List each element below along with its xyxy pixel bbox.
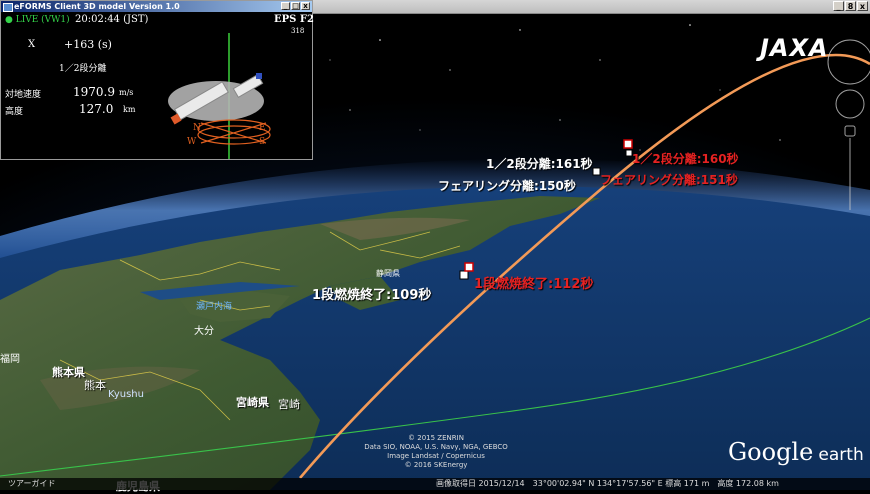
place-miyazaki-pref[interactable]: 宮崎県 <box>236 394 269 410</box>
panel-maximize-button[interactable]: □ <box>291 2 300 10</box>
x-value: +163 (s) <box>64 38 112 51</box>
marker-planned-stage1 <box>464 262 474 272</box>
x-label: X <box>28 39 36 50</box>
jaxa-logo: JAXA <box>760 34 829 62</box>
place-kumamoto[interactable]: 熊本 <box>84 377 106 393</box>
place-seto[interactable]: 瀬戸内海 <box>196 299 232 312</box>
ge-minimize-button[interactable]: _ <box>833 1 844 11</box>
compass-s: S <box>259 137 266 147</box>
compass-e: E <box>259 123 266 133</box>
status-coordinates: 画像取得日 2015/12/14 33°00'02.94" N 134°17'5… <box>436 479 779 488</box>
eps-label: EPS F2 <box>274 14 314 25</box>
app-icon <box>3 3 13 12</box>
ge-close-button[interactable]: x <box>857 1 868 11</box>
panel-close-button[interactable]: x <box>301 2 310 10</box>
live-indicator: ● LIVE (VW1) <box>5 15 70 25</box>
label-planned-fairing[interactable]: フェアリング分離:151秒 <box>600 171 738 188</box>
earth-logo-text: earth <box>818 445 864 465</box>
google-logo-text: Google <box>728 438 814 466</box>
label-planned-stage-sep[interactable]: 1／2段分離:160秒 <box>632 150 739 167</box>
place-left-edge[interactable]: 福岡 <box>0 350 20 365</box>
place-miyazaki[interactable]: 宮崎 <box>278 396 300 412</box>
tour-guide-button[interactable]: ツアーガイド <box>8 478 56 490</box>
attribution-line: Data SIO, NOAA, U.S. Navy, NGA, GEBCO <box>364 443 508 451</box>
status-bar: ツアーガイド 画像取得日 2015/12/14 33°00'02.94" N 1… <box>0 478 870 490</box>
label-planned-stage1[interactable]: 1段燃焼終了:112秒 <box>474 273 593 292</box>
speed-unit: m/s <box>119 88 134 97</box>
rocket-3d-model <box>168 33 271 159</box>
panel-title: eFORMS Client 3D model Version 1.0 <box>14 2 180 11</box>
panel-titlebar[interactable]: eFORMS Client 3D model Version 1.0 _ □ x <box>1 1 312 12</box>
event-name: 1／2段分離 <box>59 64 107 74</box>
clock-time: 20:02:44 (JST) <box>75 14 149 25</box>
altitude-value: 127.0 <box>79 102 114 116</box>
altitude-label: 高度 <box>5 107 24 117</box>
label-actual-stage-sep[interactable]: 1／2段分離:161秒 <box>486 155 593 172</box>
google-earth-logo: Google earth <box>728 438 864 466</box>
ge-restore-button[interactable]: 8 <box>845 1 856 11</box>
marker-actual-stage1 <box>459 270 469 280</box>
panel-minimize-button[interactable]: _ <box>281 2 290 10</box>
place-kumamoto-pref[interactable]: 熊本県 <box>52 364 85 380</box>
ge-titlebar[interactable]: _ 8 x <box>313 0 870 14</box>
marker-actual-fairing <box>592 167 601 176</box>
attribution: © 2015 ZENRIN Data SIO, NOAA, U.S. Navy,… <box>346 434 526 470</box>
place-shizuoka[interactable]: 静岡県 <box>376 268 400 279</box>
attribution-line: © 2015 ZENRIN <box>408 434 464 442</box>
altitude-unit: km <box>123 105 136 114</box>
speed-label: 対地速度 <box>5 90 42 100</box>
compass-n: N <box>193 123 201 133</box>
attribution-line: Image Landsat / Copernicus <box>387 452 485 460</box>
label-actual-fairing[interactable]: フェアリング分離:150秒 <box>438 177 576 194</box>
marker-planned-sep <box>623 139 633 149</box>
telemetry-panel[interactable]: eFORMS Client 3D model Version 1.0 _ □ x… <box>0 0 314 160</box>
label-actual-stage1[interactable]: 1段燃焼終了:109秒 <box>312 284 431 303</box>
place-oita[interactable]: 大分 <box>194 322 214 337</box>
compass-w: W <box>187 137 197 147</box>
attribution-line: © 2016 SKEnergy <box>404 461 468 469</box>
place-kyushu[interactable]: Kyushu <box>108 389 144 400</box>
speed-value: 1970.9 <box>73 85 115 99</box>
